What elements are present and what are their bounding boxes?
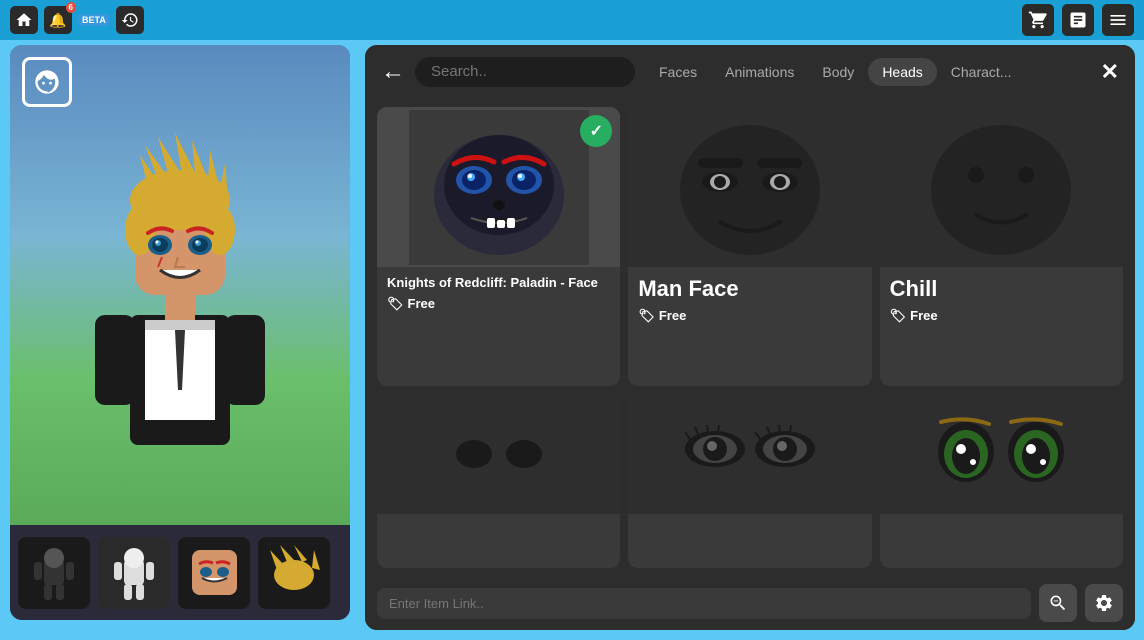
item-card[interactable] [377,394,620,568]
close-button[interactable]: ✕ [1101,59,1119,85]
shop-bottom [365,576,1135,630]
cart-icon[interactable] [1022,4,1054,36]
wardrobe-icon[interactable] [1062,4,1094,36]
zoom-button[interactable] [1039,584,1077,622]
top-bar: 🔔 6 BETA [0,0,1144,40]
face-preview-2 [660,110,840,265]
face-preview-4 [409,394,589,514]
item-price: 🏷 Free [638,308,861,324]
home-icon[interactable] [10,6,38,34]
item-preview: ✓ [377,107,620,267]
item-name: Man Face [638,275,861,304]
item-link-input[interactable] [377,588,1031,619]
item-name: Chill [890,275,1113,304]
item-preview [377,394,620,514]
notification-icon[interactable]: 🔔 6 [44,6,72,34]
item-preview [628,107,871,267]
item-price: 🏷 Free [387,296,610,312]
face-preview-3 [911,110,1091,265]
avatar-display [10,45,350,525]
thumbnail-item[interactable] [178,537,250,609]
back-button[interactable]: ← [381,60,405,84]
avatar-character [70,95,290,475]
price-value: Free [659,308,686,323]
face-preview-1 [409,110,589,265]
menu-icon[interactable] [1102,4,1134,36]
thumbnail-strip [10,525,350,620]
nav-tabs: Faces Animations Body Heads Charact... [645,58,1083,86]
face-scan-icon [22,57,72,107]
tab-heads[interactable]: Heads [868,58,936,86]
price-tag-icon: 🏷 [638,308,655,324]
price-tag-icon: 🏷 [387,296,404,312]
search-input[interactable] [431,63,619,80]
tab-body[interactable]: Body [808,58,868,86]
search-container [415,57,635,87]
shop-header: ← Faces Animations Body Heads Charact...… [365,45,1135,99]
history-icon[interactable] [116,6,144,34]
price-tag-icon: 🏷 [890,308,907,324]
item-preview [880,394,1123,514]
thumbnail-item[interactable] [258,537,330,609]
selected-check: ✓ [580,115,612,147]
left-panel [10,45,350,620]
item-preview [628,394,871,514]
thumbnail-item[interactable] [18,537,90,609]
item-preview [880,107,1123,267]
item-card[interactable]: Man Face 🏷 Free [628,107,871,386]
item-card[interactable]: ✓ Knights of Redcliff: Paladin - Face 🏷 … [377,107,620,386]
tab-faces[interactable]: Faces [645,58,711,86]
face-preview-5 [660,394,840,514]
beta-badge: BETA [78,14,110,26]
price-value: Free [910,308,937,323]
notification-badge: 6 [66,2,76,13]
item-name: Knights of Redcliff: Paladin - Face [387,275,610,292]
item-label: Chill 🏷 Free [880,267,1123,332]
item-card[interactable]: Chill 🏷 Free [880,107,1123,386]
settings-button[interactable] [1085,584,1123,622]
shop-panel: ← Faces Animations Body Heads Charact...… [365,45,1135,630]
tab-characters[interactable]: Charact... [937,58,1026,86]
item-price: 🏷 Free [890,308,1113,324]
item-card[interactable] [880,394,1123,568]
face-preview-6 [911,394,1091,514]
item-card[interactable] [628,394,871,568]
top-bar-right [1022,4,1134,36]
top-bar-left: 🔔 6 BETA [10,6,144,34]
item-label: Knights of Redcliff: Paladin - Face 🏷 Fr… [377,267,620,320]
tab-animations[interactable]: Animations [711,58,808,86]
items-grid: ✓ Knights of Redcliff: Paladin - Face 🏷 … [365,99,1135,576]
price-value: Free [408,296,435,311]
item-label: Man Face 🏷 Free [628,267,871,332]
thumbnail-item[interactable] [98,537,170,609]
